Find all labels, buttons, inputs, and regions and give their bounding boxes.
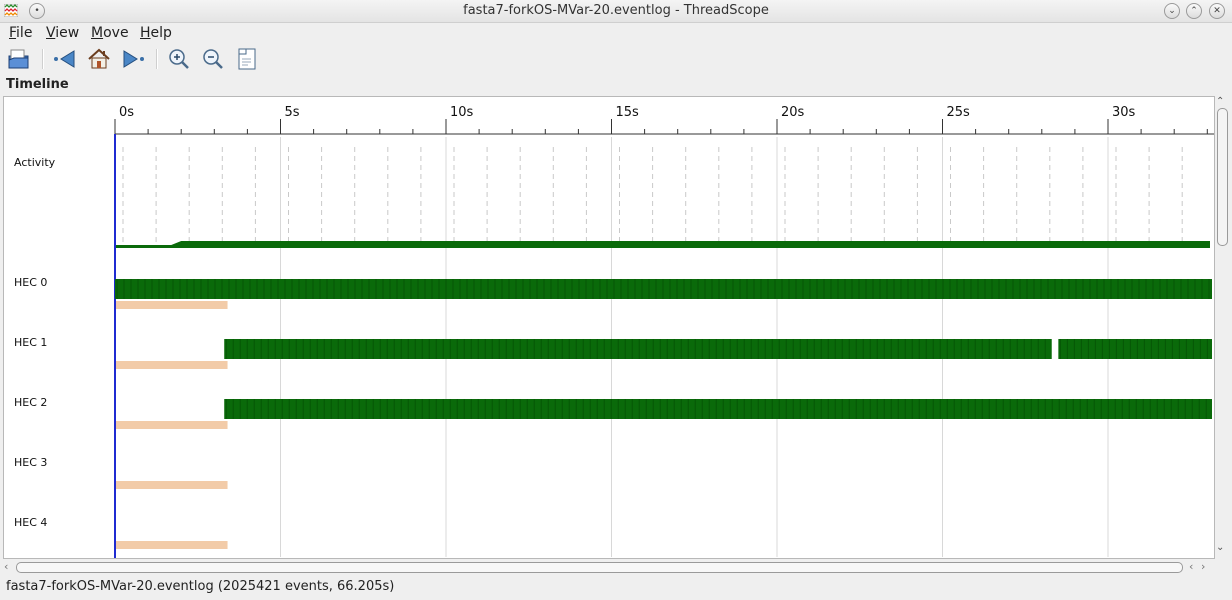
axis-tick-label: 10s [450, 105, 474, 120]
hec-label: HEC 0 [14, 276, 47, 289]
hec-label: HEC 1 [14, 336, 47, 349]
axis-tick-label: 15s [616, 105, 640, 120]
axis-tick-label: 5s [285, 105, 300, 120]
timeline-section-label: Timeline [6, 77, 69, 92]
maximize-button[interactable]: ⌃ [1186, 3, 1202, 19]
jump-to-start-button[interactable] [52, 46, 78, 72]
zoom-out-button[interactable] [200, 46, 226, 72]
menu-move[interactable]: Move [91, 25, 129, 41]
zoom-fit-button[interactable] [234, 46, 260, 72]
scroll-up-icon[interactable]: ⌃ [1216, 96, 1224, 107]
vertical-scroll-thumb[interactable] [1217, 108, 1228, 246]
menu-view[interactable]: View [46, 25, 79, 41]
scroll-right-icon[interactable]: ‹ [1189, 560, 1193, 573]
activity-graph [115, 241, 1210, 248]
minimize-button[interactable]: ⌄ [1164, 3, 1180, 19]
scroll-left-icon[interactable]: ‹ [4, 560, 8, 573]
zoom-in-icon [169, 49, 189, 69]
hec-gc-bar [116, 301, 228, 309]
menu-help[interactable]: Help [140, 25, 172, 41]
jump-to-end-button[interactable] [120, 46, 146, 72]
window-title: fasta7-forkOS-MVar-20.eventlog - ThreadS… [463, 3, 769, 18]
hec-gc-bar [116, 541, 228, 549]
hec-label: HEC 3 [14, 456, 47, 469]
home-button[interactable] [86, 46, 112, 72]
horizontal-scrollbar[interactable]: ‹ ‹ › [3, 559, 1213, 575]
toolbar-separator [156, 49, 158, 69]
vertical-scrollbar[interactable]: ⌃ ⌄ [1214, 96, 1230, 558]
hec-label: HEC 2 [14, 396, 47, 409]
menu-file[interactable]: File [9, 25, 32, 41]
toolbar-separator [42, 49, 44, 69]
hec-busy-bar [224, 339, 1052, 359]
timeline-view[interactable]: Activity HEC 0 HEC 1 HEC 2 HEC 3 HEC 4 0s 5s 10s… [3, 96, 1215, 559]
axis-tick-label: 0s [119, 105, 134, 120]
zoom-out-icon [203, 49, 223, 69]
hec-gc-bar [116, 481, 228, 489]
axis-tick-label: 20s [781, 105, 805, 120]
scroll-right-icon[interactable]: › [1201, 560, 1205, 573]
scroll-down-icon[interactable]: ⌄ [1216, 542, 1224, 553]
hec-gc-bar [116, 421, 228, 429]
timeline-canvas[interactable]: Activity HEC 0 HEC 1 HEC 2 HEC 3 HEC 4 0s 5s 10s… [4, 97, 1214, 558]
title-bar: • fasta7-forkOS-MVar-20.eventlog - Threa… [0, 0, 1232, 23]
jump-to-start-icon [54, 50, 75, 68]
jump-to-end-icon [123, 50, 144, 68]
hec-label: HEC 4 [14, 516, 47, 529]
activity-label: Activity [14, 156, 56, 169]
zoom-in-button[interactable] [166, 46, 192, 72]
zoom-fit-icon [238, 48, 256, 70]
status-bar-text: fasta7-forkOS-MVar-20.eventlog (2025421 … [6, 579, 395, 594]
open-file-icon [8, 49, 29, 69]
close-button[interactable]: ✕ [1209, 3, 1225, 19]
axis-tick-label: 25s [947, 105, 971, 120]
axis-tick-label: 30s [1112, 105, 1136, 120]
hec-gc-bar [116, 361, 228, 369]
horizontal-scroll-thumb[interactable] [16, 562, 1183, 573]
open-file-button[interactable] [6, 46, 32, 72]
home-icon [88, 48, 110, 69]
toolbar [0, 44, 1232, 74]
hec-busy-bar [224, 399, 1213, 419]
menu-bar: File View Move Help [0, 22, 1232, 44]
